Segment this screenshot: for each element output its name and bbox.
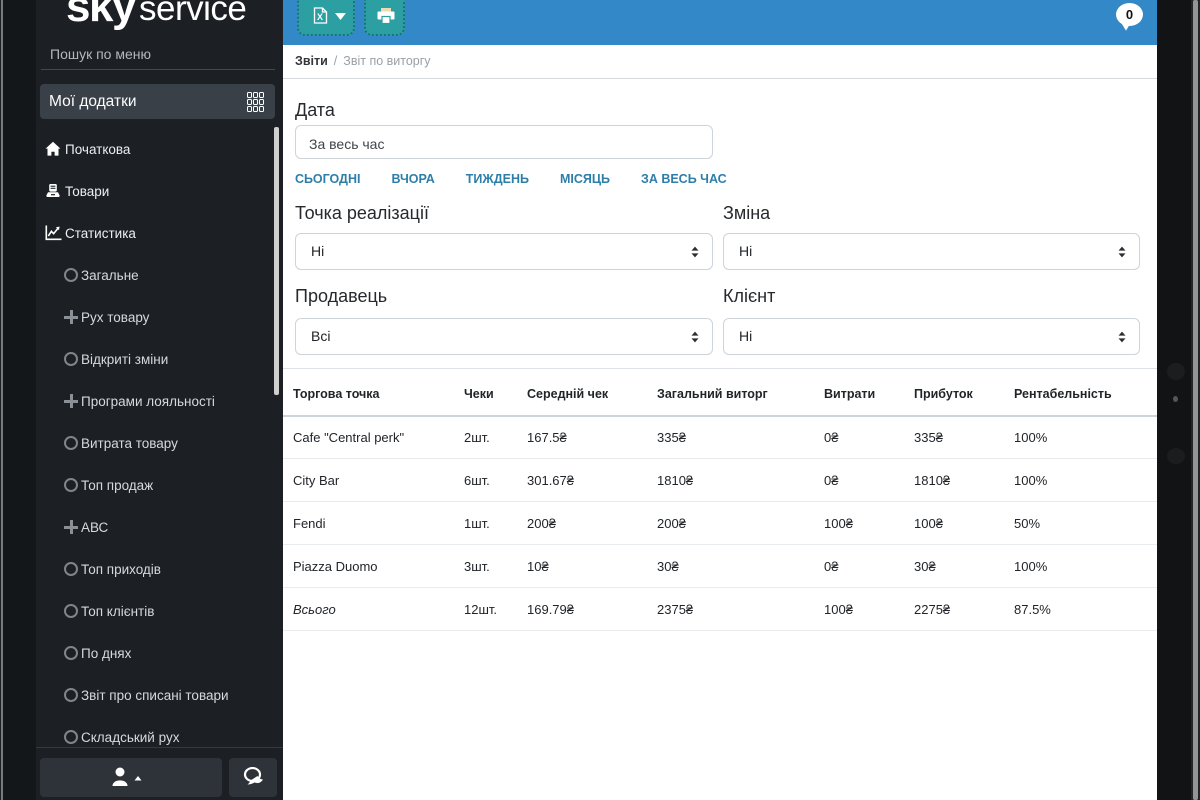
- svg-text:X: X: [317, 12, 323, 22]
